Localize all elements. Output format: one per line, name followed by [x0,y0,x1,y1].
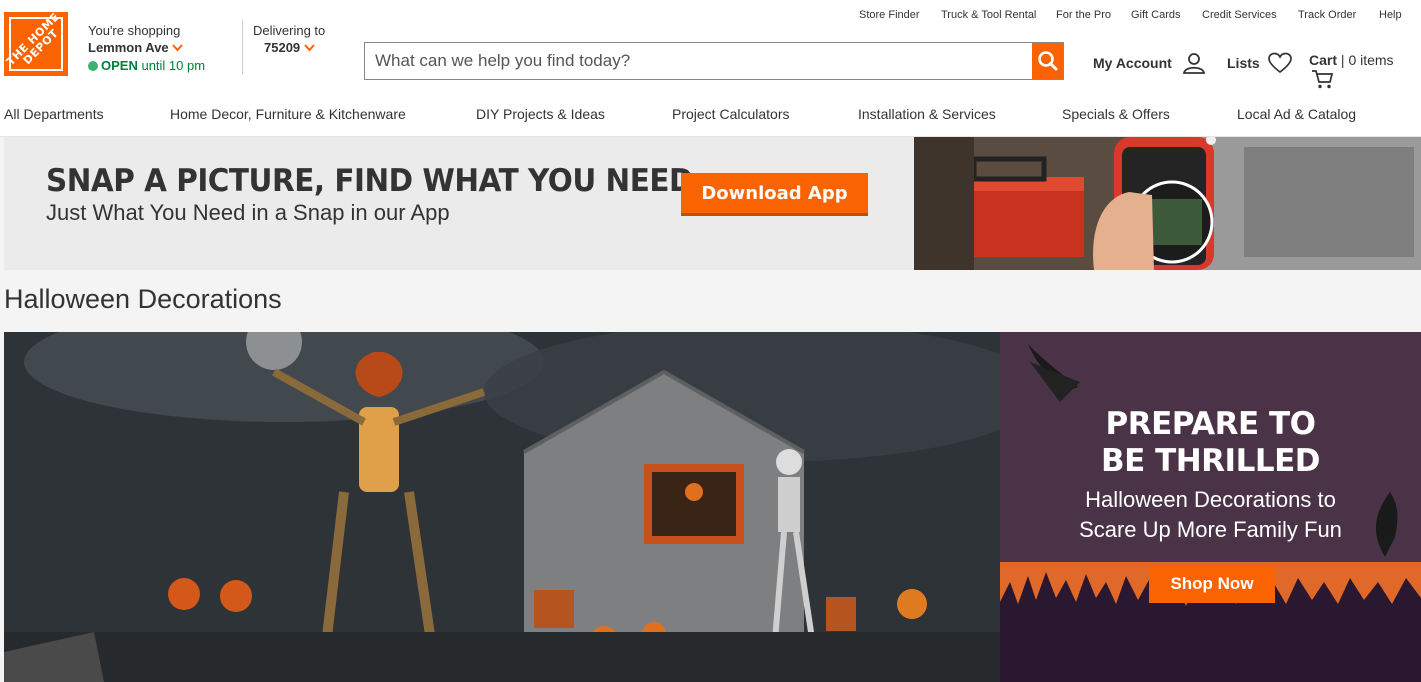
search-button[interactable] [1032,43,1063,79]
side-sub-line1: Halloween Decorations to [1085,487,1336,512]
side-panel-subtitle: Halloween Decorations to Scare Up More F… [1000,485,1421,545]
store-line1: You're shopping [88,23,181,38]
delivery-zip: 75209 [264,40,301,55]
store-selector[interactable]: You're shopping Lemmon Ave OPEN until 10… [88,22,205,74]
section-title: Halloween Decorations [4,284,282,314]
cart-icon [1312,70,1334,89]
nav-home-decor[interactable]: Home Decor, Furniture & Kitchenware [170,106,406,122]
nav-project-calculators[interactable]: Project Calculators [672,106,790,122]
cart-separator: | [1340,52,1345,68]
chevron-down-icon [172,41,184,55]
delivery-zip-selector[interactable]: Delivering to 75209 [253,22,325,57]
my-account-link[interactable]: My Account [1093,52,1206,74]
search-bar [364,42,1064,80]
side-panel-title: PREPARE TO BE THRILLED [1000,406,1421,480]
lists-label: Lists [1227,55,1260,71]
delivery-label: Delivering to [253,23,326,38]
util-link-track-order[interactable]: Track Order [1298,9,1356,21]
open-label: OPEN [101,58,138,73]
lists-link[interactable]: Lists [1227,52,1292,74]
open-status-icon [88,61,98,71]
store-name: Lemmon Ave [88,40,169,55]
my-account-label: My Account [1093,55,1172,71]
util-link-gift-cards[interactable]: Gift Cards [1131,9,1181,21]
side-title-line2: BE THRILLED [1100,443,1321,479]
side-title-line1: PREPARE TO [1105,406,1316,442]
header-divider [242,20,243,74]
cart-link[interactable]: Cart | 0 items [1309,52,1421,90]
util-link-credit-services[interactable]: Credit Services [1202,9,1277,21]
shop-now-button[interactable]: Shop Now [1149,565,1275,603]
search-input[interactable] [365,43,1033,79]
nav-diy-projects[interactable]: DIY Projects & Ideas [476,106,605,122]
department-nav: All Departments Home Decor, Furniture & … [0,92,1421,137]
side-sub-line2: Scare Up More Family Fun [1079,517,1342,542]
search-icon [1038,51,1058,71]
chevron-down-icon [304,41,315,55]
promo-subtitle: Just What You Need in a Snap in our App [46,200,450,225]
promo-phone-image [914,137,1421,270]
nav-all-departments[interactable]: All Departments [4,106,104,122]
app-promo-banner[interactable]: SNAP A PICTURE, FIND WHAT YOU NEED Just … [4,137,1421,270]
nav-specials-offers[interactable]: Specials & Offers [1062,106,1170,122]
site-header: THE HOME DEPOT You're shopping Lemmon Av… [0,0,1421,92]
download-app-button[interactable]: Download App [681,173,868,216]
halloween-side-panel: PREPARE TO BE THRILLED Halloween Decorat… [1000,332,1421,682]
util-link-help[interactable]: Help [1379,9,1402,21]
store-hours: until 10 pm [141,58,206,73]
home-depot-logo[interactable]: THE HOME DEPOT [4,12,68,76]
util-link-store-finder[interactable]: Store Finder [859,9,920,21]
heart-icon [1267,52,1292,74]
cart-count: 0 items [1348,52,1394,68]
user-icon [1182,53,1205,74]
cart-label: Cart [1309,52,1338,68]
halloween-hero-image[interactable] [4,332,1000,682]
nav-installation-services[interactable]: Installation & Services [858,106,996,122]
promo-title: SNAP A PICTURE, FIND WHAT YOU NEED [46,163,693,199]
nav-local-ad-catalog[interactable]: Local Ad & Catalog [1237,106,1356,122]
util-link-for-the-pro[interactable]: For the Pro [1056,9,1111,21]
util-link-truck-tool-rental[interactable]: Truck & Tool Rental [941,9,1036,21]
